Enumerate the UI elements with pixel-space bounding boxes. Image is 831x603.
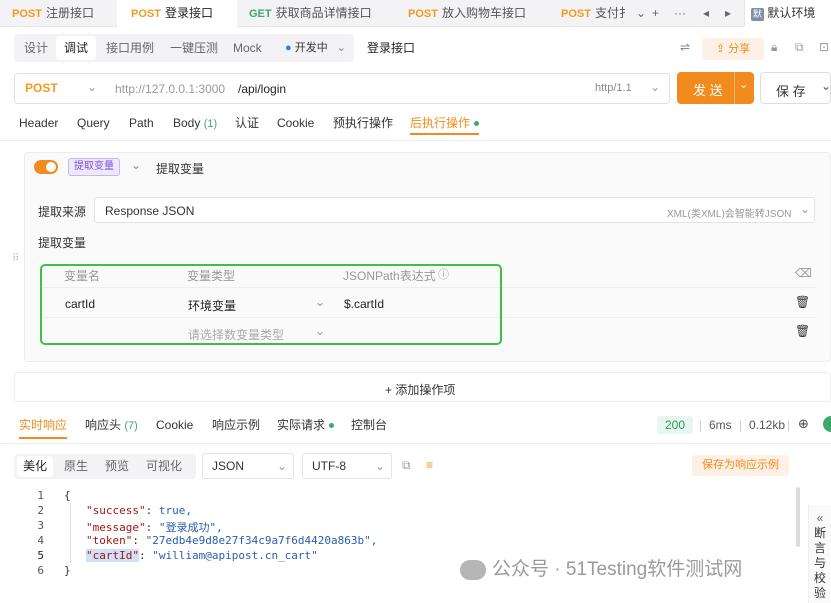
chevron-down-icon: ⌄: [821, 79, 831, 93]
source-label: 提取来源: [38, 205, 87, 219]
tab-register[interactable]: POST 注册接口: [0, 0, 115, 27]
tab-query[interactable]: Query: [77, 115, 110, 135]
prev-icon[interactable]: ◂: [703, 0, 709, 27]
globe-icon[interactable]: ⊕: [798, 416, 809, 432]
env-icon: 默: [751, 8, 764, 21]
chevron-down-icon: ⌄: [277, 459, 288, 473]
protocol-select[interactable]: http/1.1: [595, 82, 632, 94]
op-type-tag: 提取变量: [68, 158, 120, 176]
method-select[interactable]: POST ⌄: [14, 73, 106, 104]
history-icon[interactable]: ⊡: [819, 40, 829, 54]
vars-label: 提取变量: [38, 236, 87, 250]
drag-handle-icon[interactable]: ⠿: [12, 253, 19, 264]
format-icon[interactable]: ⇌: [680, 40, 690, 54]
tab-case[interactable]: 接口用例: [106, 34, 154, 62]
next-icon[interactable]: ▸: [725, 0, 731, 27]
collapse-left-icon: «: [816, 511, 824, 525]
tab-response-example[interactable]: 响应示例: [212, 417, 260, 439]
tab-mock[interactable]: Mock: [233, 34, 262, 62]
copy-icon[interactable]: ⧉: [402, 458, 411, 473]
url-input[interactable]: http://127.0.0.1:3000 /api/login http/1.…: [105, 73, 670, 104]
more-tabs-icon[interactable]: ⌄: [636, 0, 646, 27]
share-button[interactable]: ⇪ 分享: [702, 38, 764, 60]
add-op-button[interactable]: + 添加操作项: [14, 372, 831, 402]
chevron-down-icon: ⌄: [800, 202, 811, 216]
tab-header[interactable]: Header: [19, 115, 58, 135]
tab-live-response[interactable]: 实时响应: [19, 417, 68, 439]
tab-bar: POST 注册接口 POST 登录接口 GET 获取商品详情接口 POST 放入购物车接…: [0, 0, 831, 27]
highlight-box: [40, 264, 502, 345]
tab-response-cookie[interactable]: Cookie: [156, 417, 193, 439]
tab-visualize[interactable]: 可视化: [146, 454, 182, 479]
status-indicator: [823, 416, 831, 432]
status-select[interactable]: ● 开发中 ⌄: [285, 34, 346, 62]
tab-preview[interactable]: 预览: [105, 454, 129, 479]
tab-add-cart[interactable]: POST 放入购物车接口: [397, 0, 544, 27]
active-dot: [474, 121, 480, 127]
status-badge: 200: [657, 416, 693, 434]
share-icon: ⇪: [715, 43, 726, 55]
wechat-icon: [460, 559, 486, 580]
assert-panel-toggle[interactable]: « 断 言 与 校 验: [808, 505, 831, 603]
chevron-down-icon[interactable]: ⌄: [739, 78, 748, 91]
encoding-select[interactable]: UTF-8 ⌄: [302, 453, 392, 479]
scrollbar[interactable]: [796, 487, 800, 547]
watermark: 公众号 · 51Testing软件测试网: [460, 556, 742, 584]
source-select[interactable]: Response JSON XML(类XML)会智能转JSON ⌄: [94, 197, 815, 223]
copy-icon[interactable]: ⧉: [795, 40, 804, 55]
response-body[interactable]: 1 { 2 "success": true, 3 "message": "登录成…: [0, 487, 800, 603]
tab-response-headers[interactable]: 响应头 (7): [85, 417, 138, 439]
tab-console[interactable]: 控制台: [351, 417, 387, 439]
tab-debug[interactable]: 调试: [56, 36, 97, 60]
tab-pretty[interactable]: 美化: [17, 456, 54, 477]
op-title: 提取变量: [156, 162, 205, 176]
delete-icon[interactable]: 🗑︎: [795, 295, 810, 309]
api-name[interactable]: 登录接口: [367, 34, 415, 62]
tab-product-detail[interactable]: GET 获取商品详情接口: [238, 0, 390, 27]
tab-design[interactable]: 设计: [24, 34, 48, 62]
response-time: 6ms: [709, 418, 732, 432]
send-button[interactable]: 发 送 ⌄: [677, 72, 754, 104]
tab-pay[interactable]: POST 支付扌: [550, 0, 634, 27]
chevron-down-icon: ⌄: [87, 80, 98, 94]
save-button[interactable]: 保 存 ⌄: [760, 72, 831, 104]
tab-raw[interactable]: 原生: [64, 454, 88, 479]
tab-body[interactable]: Body (1): [173, 115, 217, 135]
tab-path[interactable]: Path: [129, 115, 154, 135]
tab-cookie[interactable]: Cookie: [277, 115, 314, 135]
divider: [0, 140, 831, 141]
env-selector[interactable]: 默 默认环境: [744, 0, 831, 27]
delete-icon[interactable]: 🗑︎: [795, 324, 810, 338]
tab-auth[interactable]: 认证: [235, 115, 259, 135]
format-select[interactable]: JSON ⌄: [202, 453, 294, 479]
tab-stress[interactable]: 一键压测: [170, 34, 218, 62]
add-tab-icon[interactable]: +: [652, 0, 659, 27]
tab-pre-script[interactable]: 预执行操作: [333, 115, 393, 135]
tab-post-script[interactable]: 后执行操作: [410, 115, 480, 135]
response-size: 0.12kb: [749, 418, 786, 432]
chevron-down-icon: ⌄: [650, 80, 661, 94]
divider: [0, 443, 831, 444]
enable-toggle[interactable]: [34, 160, 58, 174]
wrap-icon[interactable]: ≡: [426, 458, 433, 472]
lock-icon[interactable]: 🔒︎: [771, 40, 777, 55]
tab-actual-request[interactable]: 实际请求: [277, 417, 335, 439]
clear-icon[interactable]: ⌫: [795, 266, 812, 280]
chevron-down-icon: ⌄: [375, 459, 386, 473]
collapse-icon[interactable]: ⌄: [131, 158, 141, 172]
save-example-button[interactable]: 保存为响应示例: [692, 455, 789, 476]
more-icon[interactable]: ···: [674, 0, 686, 27]
tab-login[interactable]: POST 登录接口: [117, 0, 237, 27]
